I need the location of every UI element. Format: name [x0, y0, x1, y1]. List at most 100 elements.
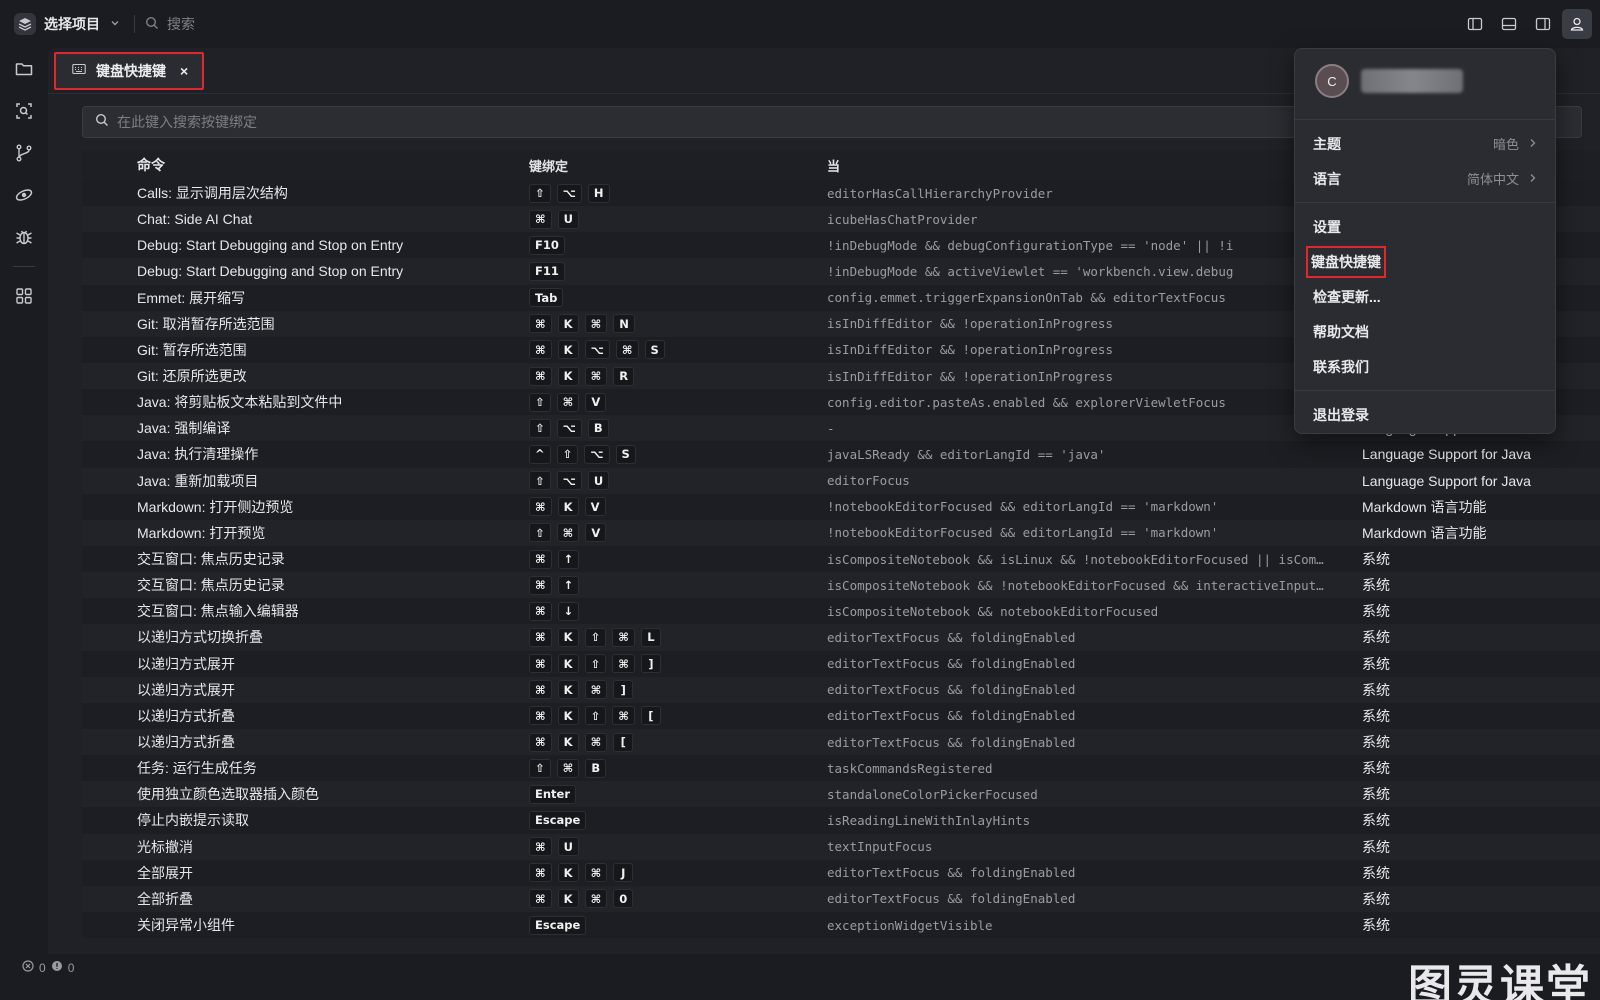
- when-cell: !notebookEditorFocused && editorLangId =…: [827, 525, 1219, 541]
- table-row[interactable]: 以递归方式折叠 ⌘ K ⇧ ⌘[editorTextFocus && foldingEn…: [82, 702, 1600, 729]
- keybinding-cell: ⌘ K ⇧ ⌘ L: [529, 627, 827, 647]
- when-cell: editorTextFocus && foldingEnabled: [827, 656, 1076, 672]
- keybinding-cell: ⇧ ⌥ B: [529, 418, 827, 438]
- key-cap: L: [640, 627, 661, 647]
- key-cap: ⇧: [529, 471, 551, 491]
- command-cell: 任务: 运行生成任务: [137, 760, 257, 777]
- column-header-when[interactable]: 当: [827, 156, 1347, 175]
- command-cell: 全部展开: [137, 864, 193, 881]
- key-cap: ^: [529, 444, 551, 464]
- when-cell: !notebookEditorFocused && editorLangId =…: [827, 499, 1219, 515]
- source-cell: 系统: [1362, 577, 1390, 594]
- table-row[interactable]: 关闭异常小组件 Escape exceptionWidgetVisible 系统: [82, 911, 1600, 939]
- keybinding-cell: ⇧ ⌘ B: [529, 758, 827, 778]
- command-cell: Chat: Side AI Chat: [137, 211, 253, 228]
- table-row[interactable]: Java: 执行清理操作 ^ ⇧ ⌥ SjavaLSReady && editorLan…: [82, 441, 1600, 468]
- warning-count: 0: [67, 960, 75, 975]
- key-cap: ⌘: [529, 575, 552, 595]
- key-cap: B: [587, 418, 609, 438]
- table-row[interactable]: 使用独立颜色选取器插入颜色 Enter standaloneColorPickerF…: [82, 781, 1600, 808]
- extensions-grid-icon[interactable]: [8, 283, 40, 309]
- key-cap: ⇧: [529, 183, 551, 203]
- menu-item-label: 语言: [1313, 170, 1341, 187]
- source-cell: 系统: [1362, 681, 1390, 698]
- source-control-branch-icon[interactable]: [8, 140, 40, 166]
- chevron-down-icon: [110, 18, 120, 31]
- table-row[interactable]: 以递归方式切换折叠 ⌘ K ⇧ ⌘ LeditorTextFocus && folding…: [82, 624, 1600, 651]
- source-cell: Language Support for Java: [1362, 446, 1531, 463]
- global-search[interactable]: 搜索: [145, 14, 195, 34]
- watermark-logo: 图灵课堂: [1408, 961, 1592, 1000]
- menu-item-settings[interactable]: 设置: [1295, 209, 1555, 244]
- key-cap: ↑: [557, 575, 580, 595]
- command-cell: 全部折叠: [137, 890, 193, 907]
- key-cap: K: [557, 340, 579, 360]
- key-cap: ⌘: [529, 601, 552, 621]
- toggle-right-panel-icon[interactable]: [1528, 9, 1558, 39]
- menu-item-theme[interactable]: 主题 暗色: [1295, 126, 1555, 161]
- table-row[interactable]: 全部展开 ⌘ K ⌘ JeditorTextFocus && foldingEnable…: [82, 859, 1600, 886]
- menu-item-check-updates[interactable]: 检查更新...: [1295, 279, 1555, 314]
- table-row[interactable]: 交互窗口: 焦点输入编辑器 ⌘ ↓ isCompositeNotebook && no…: [82, 598, 1600, 625]
- menu-item-label: 检查更新...: [1313, 288, 1381, 305]
- menu-item-contact-us[interactable]: 联系我们: [1295, 349, 1555, 384]
- table-row[interactable]: Markdown: 打开预览 ⇧ ⌘ V !notebookEditorFocused …: [82, 519, 1600, 546]
- table-row[interactable]: Markdown: 打开侧边预览 ⌘ K V !notebookEditorFocuse…: [82, 493, 1600, 520]
- run-debug-orbit-icon[interactable]: [8, 182, 40, 208]
- when-cell: taskCommandsRegistered: [827, 760, 993, 776]
- key-cap: U: [587, 471, 610, 491]
- account-button[interactable]: [1562, 9, 1592, 39]
- table-row[interactable]: 任务: 运行生成任务 ⇧ ⌘ BtaskCommandsRegistered 系统: [82, 755, 1600, 782]
- table-row[interactable]: Java: 重新加载项目 ⇧ ⌥ UeditorFocus Language Suppo…: [82, 467, 1600, 494]
- menu-divider: [1295, 202, 1555, 203]
- command-cell: Markdown: 打开预览: [137, 524, 266, 541]
- tab-keyboard-shortcuts[interactable]: 键盘快捷键 ×: [54, 51, 204, 90]
- key-cap: ⌘: [584, 889, 608, 909]
- key-cap: Escape: [529, 915, 587, 935]
- command-cell: Debug: Start Debugging and Stop on Entry: [137, 263, 404, 280]
- table-row[interactable]: 全部折叠 ⌘ K ⌘ 0 editorTextFocus && foldingEnable…: [82, 885, 1600, 912]
- key-cap: ⌘: [529, 340, 552, 360]
- key-cap: K: [557, 366, 579, 386]
- key-cap: ⇧: [584, 706, 607, 726]
- table-row[interactable]: 交互窗口: 焦点历史记录 ⌘ ↑ isCompositeNotebook && isL…: [82, 545, 1600, 573]
- table-row[interactable]: 光标撤消 ⌘ UtextInputFocus 系统: [82, 833, 1600, 860]
- keybinding-cell: ⌘ K ⌘ N: [529, 314, 827, 334]
- keybinding-cell: F11: [529, 261, 827, 281]
- table-row[interactable]: 停止内嵌提示读取 Escape isReadingLineWithInlayHint…: [82, 807, 1600, 834]
- menu-item-keyboard-shortcuts[interactable]: 键盘快捷键: [1295, 244, 1555, 279]
- source-cell: 系统: [1362, 890, 1390, 907]
- menu-item-help-docs[interactable]: 帮助文档: [1295, 314, 1555, 349]
- toggle-left-panel-icon[interactable]: [1460, 9, 1490, 39]
- when-cell: editorHasCallHierarchyProvider: [827, 185, 1053, 201]
- key-cap: ⇧: [529, 523, 551, 543]
- key-cap: ⇧: [584, 627, 607, 647]
- column-header-command[interactable]: 命令: [82, 155, 529, 175]
- close-icon[interactable]: ×: [180, 63, 188, 79]
- column-header-keybinding[interactable]: 键绑定: [529, 156, 827, 175]
- table-row[interactable]: 交互窗口: 焦点历史记录 ⌘ ↑ isCompositeNotebook && !no…: [82, 572, 1600, 599]
- key-cap: 0: [613, 889, 634, 909]
- toggle-bottom-panel-icon[interactable]: [1494, 9, 1524, 39]
- command-cell: Git: 取消暂存所选范围: [137, 315, 275, 332]
- key-cap: ⌘: [584, 732, 608, 752]
- bug-icon[interactable]: [8, 224, 40, 250]
- command-cell: 光标撤消: [137, 838, 193, 855]
- key-cap: ⌥: [584, 340, 610, 360]
- menu-item-label: 主题: [1313, 135, 1341, 152]
- key-cap: K: [557, 627, 579, 647]
- problems-indicator[interactable]: 0 0: [22, 960, 74, 975]
- table-row[interactable]: 以递归方式折叠 ⌘ K ⌘[editorTextFocus && foldingEna…: [82, 728, 1600, 756]
- table-row[interactable]: 以递归方式展开 ⌘ K ⇧ ⌘] editorTextFocus && foldingEn…: [82, 650, 1600, 677]
- search-scan-icon[interactable]: [8, 98, 40, 124]
- explorer-folder-icon[interactable]: [8, 56, 40, 82]
- key-cap: ⌘: [529, 314, 552, 334]
- source-cell: 系统: [1362, 760, 1390, 777]
- project-selector[interactable]: 选择项目: [0, 0, 120, 48]
- key-cap: Tab: [529, 288, 564, 308]
- source-cell: 系统: [1362, 838, 1390, 855]
- table-row[interactable]: 以递归方式展开 ⌘ K ⌘] editorTextFocus && foldingEna…: [82, 676, 1600, 703]
- menu-item-logout[interactable]: 退出登录: [1295, 397, 1555, 432]
- key-cap: ⌘: [529, 680, 552, 700]
- menu-item-language[interactable]: 语言 简体中文: [1295, 161, 1555, 196]
